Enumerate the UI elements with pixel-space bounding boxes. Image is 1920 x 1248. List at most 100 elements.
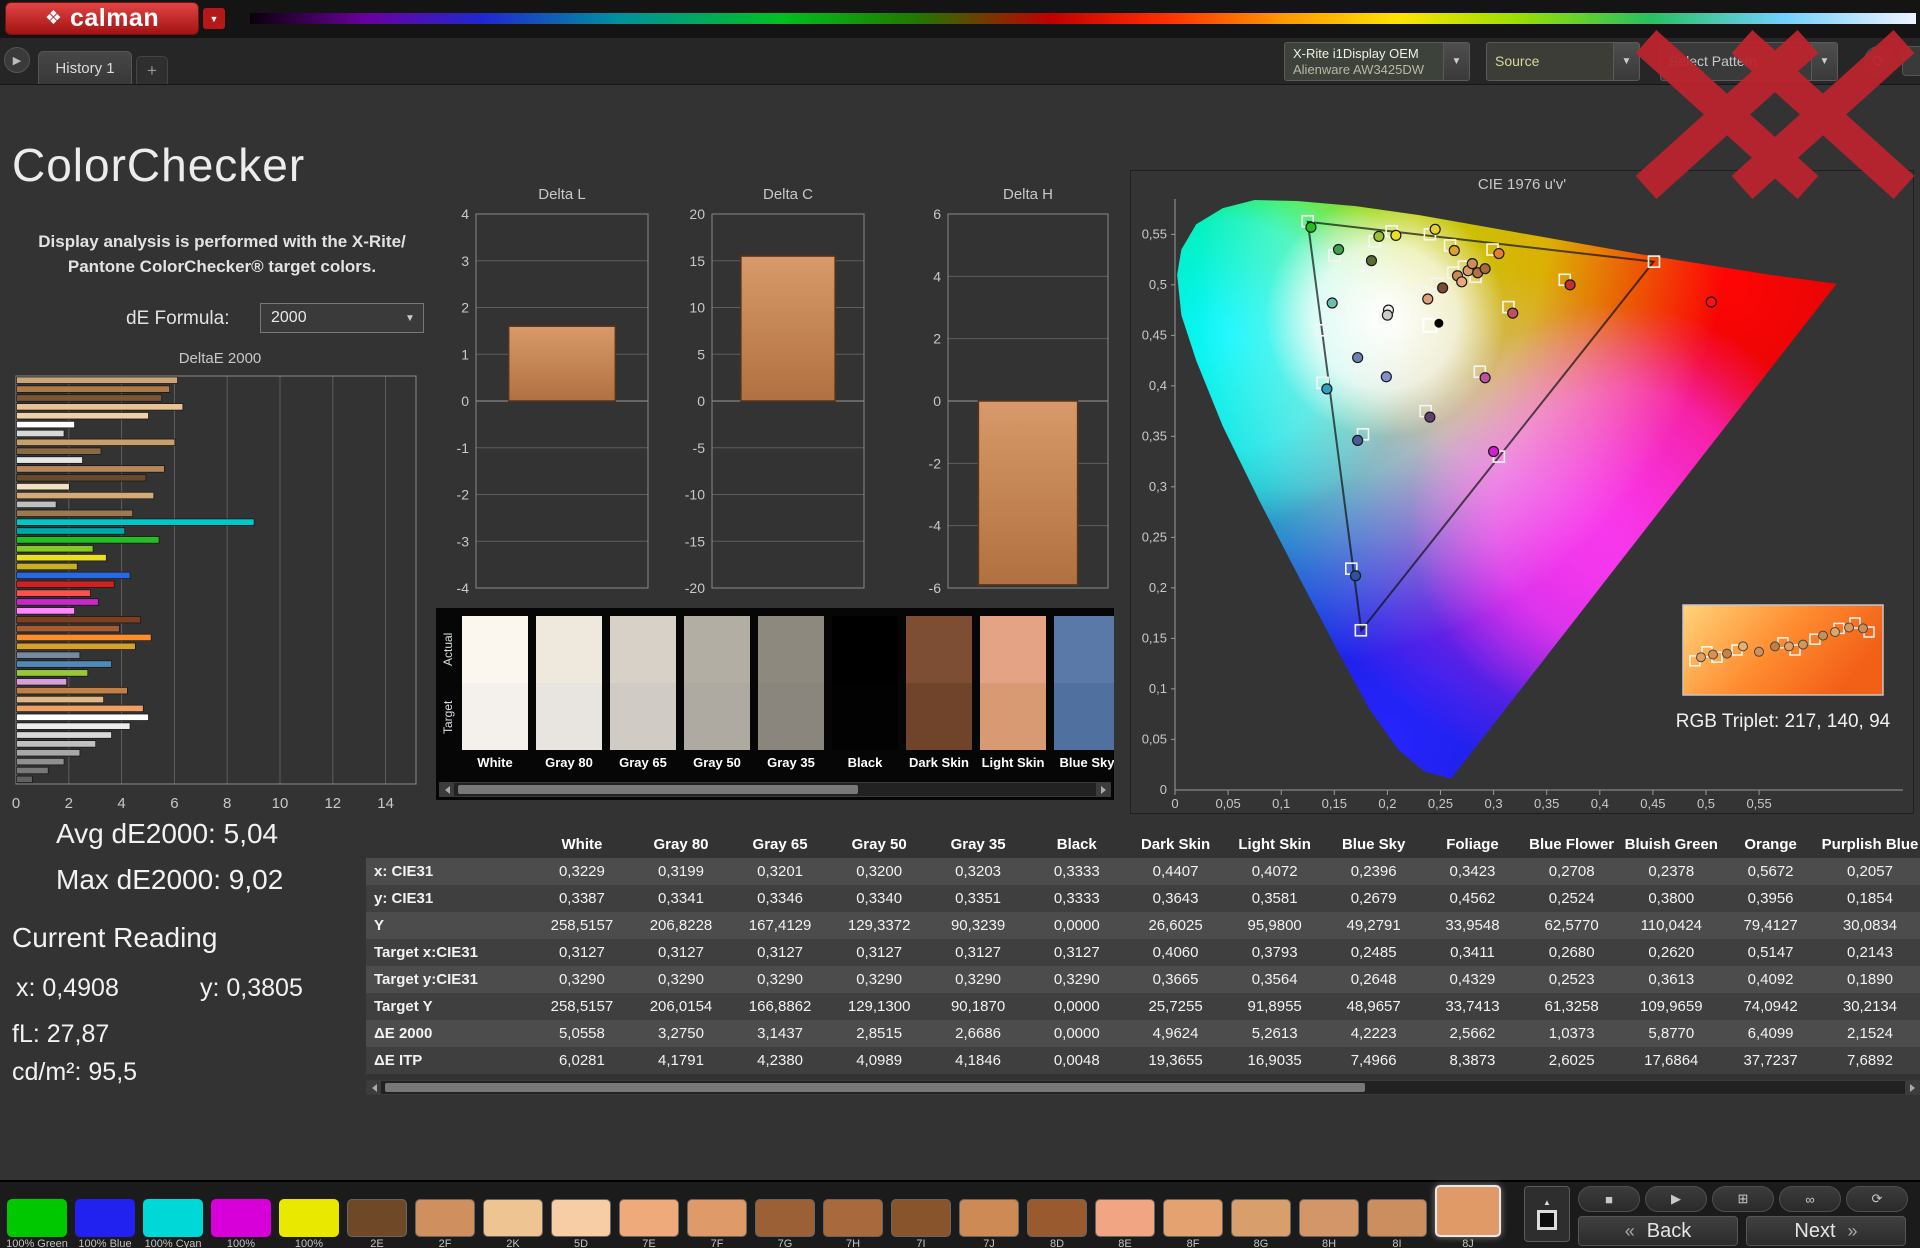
svg-text:0,45: 0,45 [1640, 796, 1665, 811]
chip-color[interactable] [1367, 1199, 1427, 1237]
table-cell: 258,5157 [550, 917, 614, 934]
pattern-chip[interactable]: 7G [754, 1199, 816, 1248]
pattern-chip[interactable]: 5D [550, 1199, 612, 1248]
chip-color[interactable] [1299, 1199, 1359, 1237]
inset-measured-point [1708, 649, 1718, 660]
chip-color[interactable] [1095, 1199, 1155, 1237]
pattern-chip[interactable]: 100% Green [6, 1199, 68, 1248]
scroll-right-icon[interactable] [1096, 783, 1110, 796]
colorchecker-swatch: Gray 35 [758, 616, 824, 770]
pattern-chip[interactable]: 8J [1434, 1185, 1502, 1248]
stop-button[interactable]: ■ [1578, 1186, 1640, 1212]
inset-measured-point [1818, 630, 1828, 641]
chip-color[interactable] [959, 1199, 1019, 1237]
column-header: Gray 35 [950, 835, 1006, 853]
deltae-bar [16, 687, 128, 695]
edge-button[interactable] [1902, 46, 1920, 76]
pattern-chip[interactable]: 8H [1298, 1199, 1360, 1248]
chip-color[interactable] [891, 1199, 951, 1237]
cie-measured-point [1365, 255, 1378, 267]
chip-color[interactable] [483, 1199, 543, 1237]
scroll-left-icon[interactable] [440, 783, 454, 796]
chip-color[interactable] [823, 1199, 883, 1237]
stop-icon: ■ [1605, 1191, 1613, 1207]
play-button[interactable]: ▶ [1645, 1186, 1707, 1212]
pattern-chip[interactable]: 7J [958, 1199, 1020, 1248]
pattern-chip[interactable]: 8G [1230, 1199, 1292, 1248]
pattern-chip[interactable]: 2K [482, 1199, 544, 1248]
refresh-button[interactable]: ⟳ [1864, 46, 1894, 76]
cie-measured-point [1507, 307, 1519, 319]
pattern-chip[interactable]: 100% Yellow [278, 1199, 340, 1248]
target-swatch [906, 683, 972, 750]
chip-color[interactable] [75, 1199, 135, 1237]
table-cell: 129,3372 [847, 917, 911, 934]
svg-text:0,55: 0,55 [1746, 796, 1771, 811]
pattern-chip[interactable]: 7H [822, 1199, 884, 1248]
pattern-chip[interactable]: 7F [686, 1199, 748, 1248]
table-cell: 0,5147 [1747, 944, 1794, 961]
chip-color[interactable] [1027, 1199, 1087, 1237]
meter-dropdown[interactable]: X-Rite i1Display OEM Alienware AW3425DW … [1284, 42, 1470, 81]
pattern-chip[interactable]: 100% Blue [74, 1199, 136, 1248]
chip-color[interactable] [755, 1199, 815, 1237]
cie-measured-point [1305, 221, 1317, 233]
chip-color[interactable] [415, 1199, 475, 1237]
pattern-source-dropdown[interactable]: Select Pattern ▼ [1660, 42, 1838, 81]
main-menu-button[interactable]: ▼ [203, 8, 225, 29]
pattern-chip[interactable]: 8F [1162, 1199, 1224, 1248]
calman-window: ❖ calman ▼ ▶ History 1 + X-Rite i1Displa… [0, 0, 1920, 1248]
results-table: White Gray 80 Gray 65 Gray 50 Gray 35 Black Da… [366, 830, 1920, 1078]
scrollbar-thumb[interactable] [385, 1083, 1365, 1092]
back-label: Back [1646, 1219, 1692, 1242]
pattern-chip[interactable]: 100% Magenta [210, 1199, 272, 1248]
refresh-measure-button[interactable]: ⟳ [1846, 1186, 1908, 1212]
tab-scroll-button[interactable]: ▶ [4, 47, 30, 73]
pattern-chip[interactable]: 8D [1026, 1199, 1088, 1248]
chip-color[interactable] [1231, 1199, 1291, 1237]
scrollbar-thumb[interactable] [458, 785, 858, 794]
pattern-chip[interactable]: 8I [1366, 1199, 1428, 1248]
pattern-window-button[interactable]: ▲ [1524, 1186, 1570, 1242]
page-description: Display analysis is performed with the X… [22, 230, 422, 279]
pattern-chip[interactable]: 7I [890, 1199, 952, 1248]
chip-color[interactable] [1435, 1185, 1501, 1237]
chip-color[interactable] [143, 1199, 203, 1237]
chip-color[interactable] [7, 1199, 67, 1237]
pattern-chip[interactable]: 2E [346, 1199, 408, 1248]
pattern-chip[interactable]: 8E [1094, 1199, 1156, 1248]
next-button[interactable]: Next » [1746, 1216, 1906, 1246]
table-cell: 2,6025 [1548, 1052, 1595, 1069]
chip-color[interactable] [619, 1199, 679, 1237]
chip-label: 8E [1118, 1238, 1132, 1248]
chip-label: 8H [1321, 1238, 1337, 1248]
tab-history-1[interactable]: History 1 [38, 51, 132, 84]
cie-measured-point [1429, 223, 1441, 235]
chip-color[interactable] [1163, 1199, 1223, 1237]
chip-color[interactable] [211, 1199, 271, 1237]
scroll-left-icon[interactable] [367, 1081, 381, 1094]
pattern-chip[interactable]: 7E [618, 1199, 680, 1248]
table-cell: 0,1854 [1847, 890, 1893, 907]
calman-logo[interactable]: ❖ calman [5, 2, 199, 35]
add-tab-button[interactable]: + [136, 56, 168, 84]
pattern-chip[interactable]: 2F [414, 1199, 476, 1248]
chip-color[interactable] [347, 1199, 407, 1237]
source-dropdown[interactable]: Source ▼ [1486, 42, 1640, 81]
chip-color[interactable] [687, 1199, 747, 1237]
deltae-bar [16, 607, 75, 615]
actual-swatch [980, 616, 1046, 683]
de-formula-select[interactable]: 2000 ▼ [260, 303, 424, 333]
table-scrollbar[interactable] [366, 1080, 1920, 1095]
pattern-chip[interactable]: 100% Cyan [142, 1199, 204, 1248]
cie-measured-point [1479, 372, 1491, 384]
back-button[interactable]: « Back [1578, 1216, 1738, 1246]
chip-color[interactable] [551, 1199, 611, 1237]
chip-label: 5D [573, 1238, 589, 1248]
continuous-button[interactable]: ∞ [1779, 1186, 1841, 1212]
swatch-scrollbar[interactable] [439, 782, 1111, 797]
pattern-button[interactable]: ⊞ [1712, 1186, 1774, 1212]
scroll-right-icon[interactable] [1905, 1081, 1919, 1094]
chip-color[interactable] [279, 1199, 339, 1237]
table-cell: 166,8862 [748, 998, 812, 1015]
